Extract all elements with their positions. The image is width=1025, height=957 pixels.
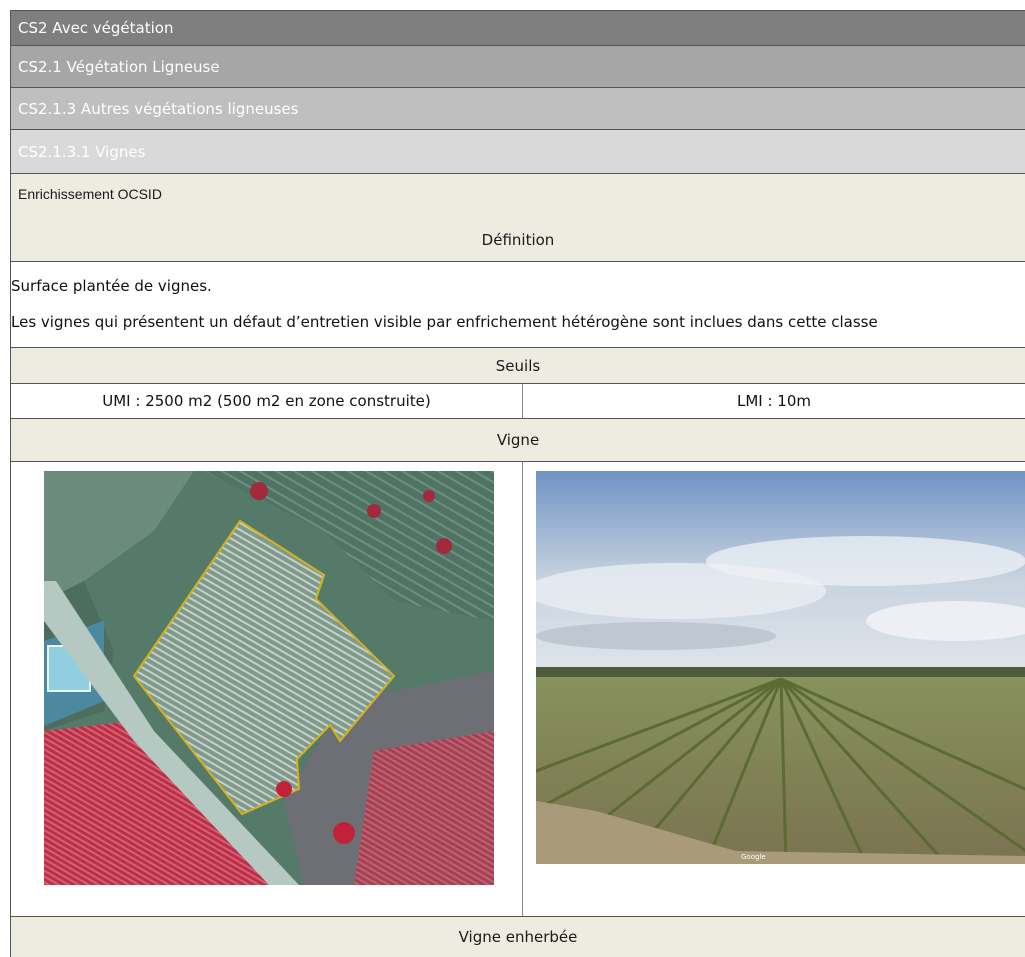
level4-header: CS2.1.3.1 Vignes bbox=[10, 130, 1025, 174]
aerial-image-cell bbox=[11, 462, 523, 916]
level1-header: CS2 Avec végétation bbox=[10, 10, 1025, 46]
nomenclature-sheet: CS2 Avec végétation CS2.1 Végétation Lig… bbox=[10, 10, 1025, 957]
level3-label: CS2.1.3 Autres végétations ligneuses bbox=[18, 99, 299, 118]
lmi-cell: LMI : 10m bbox=[523, 384, 1025, 418]
level1-label: CS2 Avec végétation bbox=[18, 19, 174, 37]
level2-header: CS2.1 Végétation Ligneuse bbox=[10, 46, 1025, 88]
enrichment-label: Enrichissement OCSID bbox=[18, 186, 162, 202]
example1-title-row: Vigne bbox=[10, 419, 1025, 462]
umi-value: UMI : 2500 m2 (500 m2 en zone construite… bbox=[102, 392, 431, 410]
google-watermark: Google bbox=[741, 853, 766, 861]
level4-label: CS2.1.3.1 Vignes bbox=[18, 142, 146, 161]
level2-label: CS2.1 Végétation Ligneuse bbox=[18, 57, 220, 76]
example1-images-row: Google bbox=[10, 462, 1025, 917]
definition-title-row: Définition bbox=[10, 218, 1025, 262]
aerial-infrared-image bbox=[44, 471, 494, 885]
umi-cell: UMI : 2500 m2 (500 m2 en zone construite… bbox=[11, 384, 523, 418]
example1-title: Vigne bbox=[496, 431, 540, 449]
example2-title: Vigne enherbée bbox=[458, 928, 578, 946]
lmi-value: LMI : 10m bbox=[736, 392, 811, 410]
thresholds-title-row: Seuils bbox=[10, 348, 1025, 384]
thresholds-values-row: UMI : 2500 m2 (500 m2 en zone construite… bbox=[10, 384, 1025, 419]
enrichment-row: Enrichissement OCSID bbox=[10, 174, 1025, 218]
thresholds-title: Seuils bbox=[495, 356, 541, 375]
definition-line: Surface plantée de vignes. bbox=[11, 277, 212, 295]
vineyard-ground-photo: Google bbox=[536, 471, 1025, 864]
definition-title: Définition bbox=[481, 230, 555, 249]
level3-header: CS2.1.3 Autres végétations ligneuses bbox=[10, 88, 1025, 130]
ground-photo-cell: Google bbox=[523, 462, 1025, 916]
definition-body: Surface plantée de vignes. Les vignes qu… bbox=[10, 262, 1025, 348]
example2-title-row: Vigne enherbée bbox=[10, 917, 1025, 957]
definition-line: Les vignes qui présentent un défaut d’en… bbox=[11, 313, 878, 331]
